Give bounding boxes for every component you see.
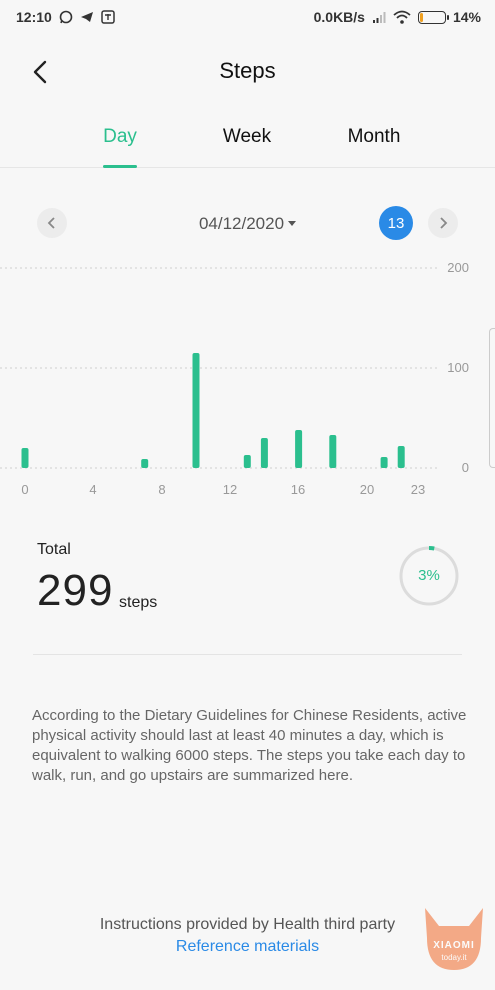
chart-bar-hour-13[interactable] [243, 455, 251, 468]
active-tab-indicator [103, 165, 137, 168]
telegram-icon [80, 10, 94, 24]
chevron-right-icon [440, 217, 448, 229]
wifi-icon [393, 10, 411, 24]
page-title: Steps [219, 58, 276, 83]
chart-bar-hour-14[interactable] [260, 438, 268, 468]
chart-bar-hour-0[interactable] [21, 448, 29, 468]
x-tick-label: 23 [410, 482, 426, 497]
guideline-description: According to the Dietary Guidelines for … [32, 707, 467, 784]
x-tick-label: 16 [290, 482, 306, 497]
signal-icon [372, 10, 386, 24]
total-label: Total [37, 541, 71, 558]
chart-bar-hour-16[interactable] [295, 430, 303, 468]
tab-day[interactable]: Day [75, 126, 165, 148]
chart-bar-hour-10[interactable] [192, 353, 200, 468]
total-steps-unit: steps [119, 594, 158, 611]
period-tabs: Day Week Month [0, 118, 495, 168]
y-tick-label: 0 [461, 460, 469, 475]
tab-month[interactable]: Month [329, 126, 419, 148]
whatsapp-icon [59, 10, 73, 24]
date-navigator: 04/12/2020 13 [0, 204, 495, 242]
x-tick-label: 8 [158, 482, 166, 497]
scroll-indicator[interactable] [489, 328, 495, 468]
status-bar: 12:10 0.0KB/s 14% [0, 0, 495, 34]
goal-percent: 3% [418, 567, 440, 584]
chart-bar-hour-22[interactable] [397, 446, 405, 468]
goal-progress-ring: 3% [398, 545, 460, 607]
x-tick-label: 20 [359, 482, 375, 497]
steps-chart: 200 100 0 0 4 8 12 16 20 23 [0, 256, 495, 504]
date-picker[interactable]: 04/12/2020 [0, 214, 495, 234]
watermark-text: XIAOMI [433, 940, 475, 951]
chart-bar-hour-21[interactable] [380, 457, 388, 468]
today-button[interactable]: 13 [379, 206, 413, 240]
x-tick-label: 0 [21, 482, 29, 497]
watermark-subtext: today.it [441, 953, 467, 962]
caret-down-icon [288, 220, 297, 226]
net-speed: 0.0KB/s [313, 9, 365, 25]
next-day-button[interactable] [428, 208, 458, 238]
x-tick-label: 4 [89, 482, 97, 497]
y-tick-label: 200 [447, 260, 469, 275]
status-time: 12:10 [16, 9, 52, 25]
xiaomi-today-watermark: XIAOMI today.it [419, 904, 489, 974]
battery-icon [417, 10, 449, 24]
selected-date: 04/12/2020 [198, 214, 285, 233]
battery-fill [419, 12, 424, 22]
x-tick-label: 12 [222, 482, 238, 497]
tab-week[interactable]: Week [202, 126, 292, 148]
chart-bar-hour-7[interactable] [141, 459, 149, 468]
translate-icon [101, 10, 115, 24]
chart-bar-hour-18[interactable] [329, 435, 337, 468]
battery-percent: 14% [452, 9, 481, 25]
chart-plot [0, 267, 437, 469]
header: Steps [0, 42, 495, 102]
total-steps-value: 299 [37, 566, 114, 615]
y-tick-label: 100 [447, 360, 469, 375]
divider [33, 654, 462, 655]
